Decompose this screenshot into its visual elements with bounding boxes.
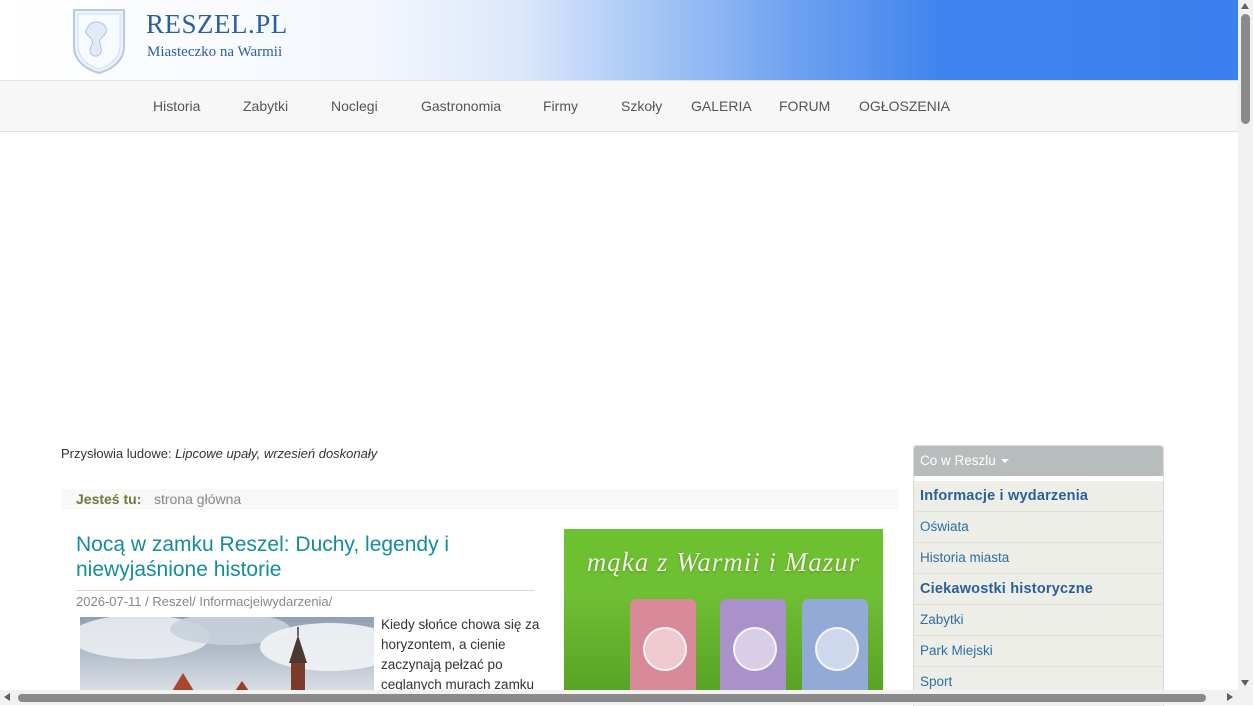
- sidebar-item-informacje[interactable]: Informacje i wydarzenia: [914, 481, 1163, 512]
- sidebar-menu: Co w Reszlu Informacje i wydarzenia Oświ…: [913, 445, 1164, 706]
- site-header: RESZEL.PL Miasteczko na Warmii: [0, 0, 1238, 80]
- flour-ad-banner[interactable]: mąka z Warmii i Mazur: [564, 529, 883, 691]
- flour-bag-red: [630, 599, 696, 691]
- horizontal-scroll-thumb[interactable]: [18, 694, 1206, 702]
- nav-item-szkoly[interactable]: Szkoły: [621, 81, 662, 131]
- caret-down-icon: [1000, 459, 1009, 464]
- article-excerpt: Kiedy słońce chowa się za horyzontem, a …: [381, 617, 540, 692]
- article-photo[interactable]: [80, 617, 374, 691]
- sidebar-item-zabytki[interactable]: Zabytki: [914, 605, 1163, 636]
- sidebar-item-oswiata[interactable]: Oświata: [914, 512, 1163, 543]
- site-subtitle: Miasteczko na Warmii: [147, 44, 283, 60]
- banner-text: mąka z Warmii i Mazur: [586, 547, 861, 577]
- nav-item-zabytki[interactable]: Zabytki: [243, 81, 288, 131]
- ad-placeholder: [0, 131, 1238, 431]
- nav-item-gastronomia[interactable]: Gastronomia: [421, 81, 501, 131]
- scrollbar-corner: [1238, 690, 1253, 705]
- nav-item-noclegi[interactable]: Noclegi: [331, 81, 378, 131]
- scroll-up-icon[interactable]: [1241, 3, 1249, 9]
- nav-item-galeria[interactable]: GALERIA: [691, 81, 752, 131]
- nav-item-ogloszenia[interactable]: OGŁOSZENIA: [859, 81, 950, 131]
- proverb: Przysłowia ludowe: Lipcowe upały, wrzesi…: [61, 446, 377, 461]
- proverb-label: Przysłowia ludowe:: [61, 446, 172, 461]
- article-title[interactable]: Nocą w zamku Reszel: Duchy, legendy i ni…: [76, 532, 536, 582]
- sidebar-dropdown-toggle[interactable]: Co w Reszlu: [914, 446, 1163, 476]
- flour-bag-purple: [720, 599, 786, 691]
- town-crest-shield-icon[interactable]: [70, 6, 128, 74]
- nav-item-historia[interactable]: Historia: [153, 81, 200, 131]
- article-meta: 2026-07-11 / Reszel/ Informacjeiwydarzen…: [76, 594, 333, 609]
- scroll-right-icon[interactable]: [1227, 693, 1233, 701]
- breadcrumb-home-link[interactable]: strona główna: [154, 489, 241, 510]
- article-divider: [76, 590, 535, 591]
- flour-bag-blue: [802, 599, 868, 691]
- sidebar-header-label: Co w Reszlu: [920, 453, 996, 468]
- vertical-scroll-thumb[interactable]: [1241, 14, 1250, 124]
- scroll-down-icon[interactable]: [1241, 680, 1249, 686]
- sidebar-item-historia-miasta[interactable]: Historia miasta: [914, 543, 1163, 574]
- sidebar-item-park-miejski[interactable]: Park Miejski: [914, 636, 1163, 667]
- proverb-text: Lipcowe upały, wrzesień doskonały: [175, 446, 378, 461]
- breadcrumb: Jesteś tu: strona główna: [62, 489, 898, 510]
- site-title[interactable]: RESZEL.PL: [146, 9, 288, 40]
- scroll-left-icon[interactable]: [4, 693, 10, 701]
- main-nav: Historia Zabytki Noclegi Gastronomia Fir…: [0, 80, 1238, 132]
- sidebar-item-ciekawostki[interactable]: Ciekawostki historyczne: [914, 574, 1163, 605]
- nav-item-forum[interactable]: FORUM: [779, 81, 830, 131]
- breadcrumb-label: Jesteś tu:: [76, 491, 142, 507]
- nav-item-firmy[interactable]: Firmy: [543, 81, 578, 131]
